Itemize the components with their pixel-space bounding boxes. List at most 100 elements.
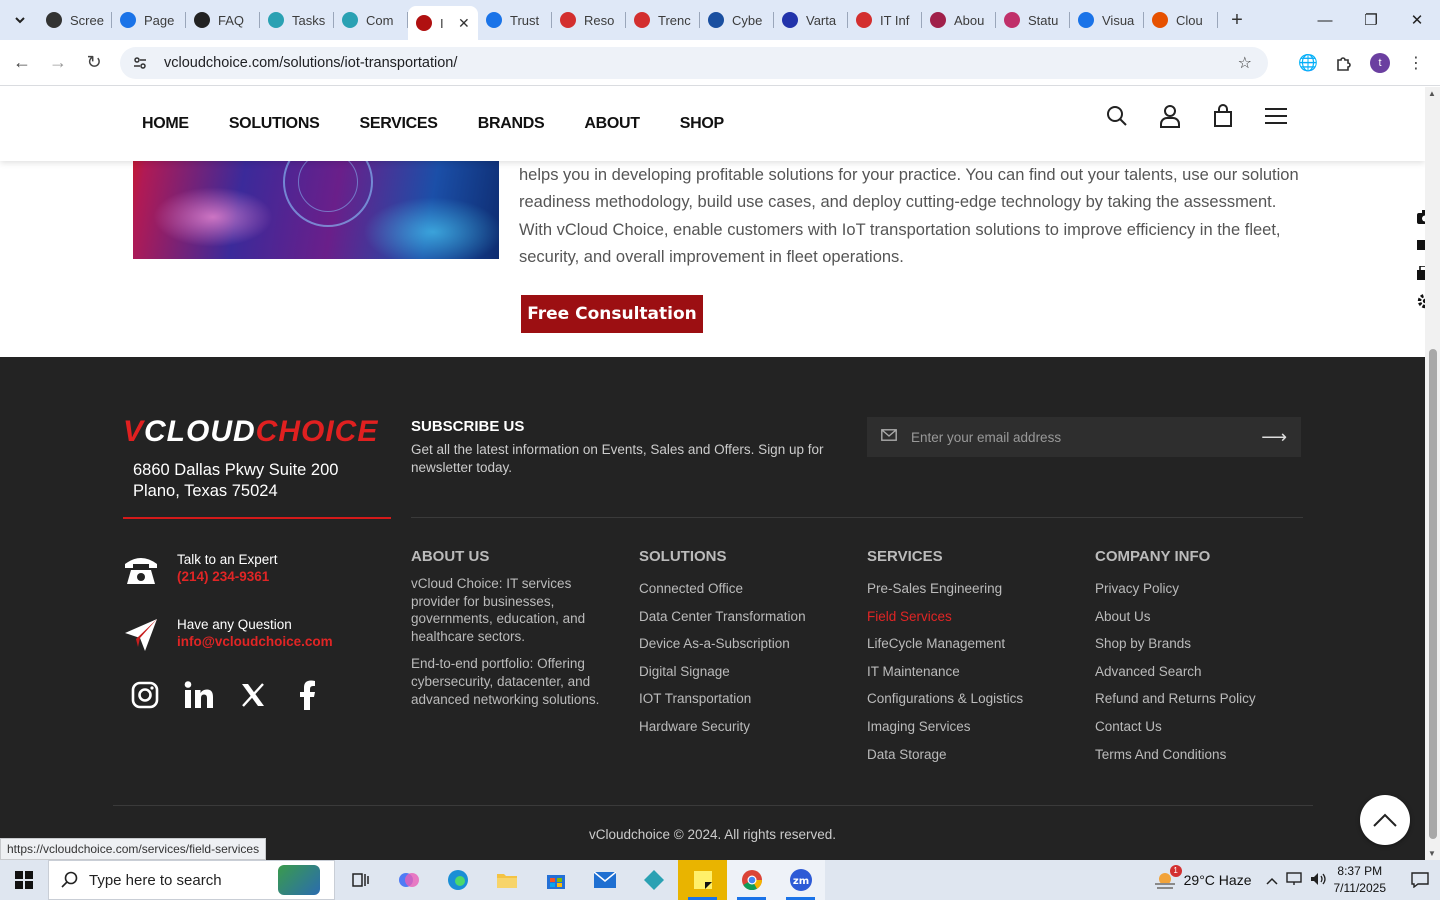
nav-item-home[interactable]: HOME (142, 115, 189, 133)
edge-icon[interactable] (433, 860, 482, 900)
url-text[interactable]: vcloudchoice.com/solutions/iot-transport… (164, 55, 457, 71)
notification-icon[interactable] (1400, 860, 1440, 900)
page-scrollbar[interactable]: ▲ ▼ (1425, 87, 1440, 860)
browser-tab[interactable]: Reso (552, 0, 626, 40)
url-omnibox[interactable]: vcloudchoice.com/solutions/iot-transport… (120, 47, 1268, 79)
chrome-icon[interactable] (727, 860, 776, 900)
footer-link[interactable]: Privacy Policy (1095, 575, 1256, 603)
footer-link[interactable]: Data Storage (867, 741, 1023, 769)
network-icon[interactable] (1285, 871, 1302, 889)
footer-link[interactable]: Shop by Brands (1095, 630, 1256, 658)
nav-item-solutions[interactable]: SOLUTIONS (229, 115, 320, 133)
footer-link[interactable]: Field Services (867, 603, 1023, 631)
sticky-notes-icon[interactable] (678, 860, 727, 900)
instagram-icon[interactable] (130, 680, 160, 710)
task-view-icon[interactable] (335, 860, 384, 900)
profile-avatar[interactable]: t (1370, 53, 1390, 73)
restore-icon[interactable]: ❐ (1348, 0, 1394, 40)
footer-link[interactable]: IT Maintenance (867, 658, 1023, 686)
scroll-to-top-button[interactable] (1360, 795, 1410, 845)
hamburger-menu-icon[interactable] (1263, 103, 1289, 129)
footer-link[interactable]: Device As-a-Subscription (639, 630, 806, 658)
footer-link[interactable]: Contact Us (1095, 713, 1256, 741)
facebook-icon[interactable] (292, 680, 322, 710)
browser-tab[interactable]: Com (334, 0, 408, 40)
browser-tab[interactable]: Page (112, 0, 186, 40)
browser-tab[interactable]: Abou (922, 0, 996, 40)
site-info-icon[interactable] (132, 55, 148, 71)
browser-tab[interactable]: Clou (1144, 0, 1218, 40)
footer-link[interactable]: Configurations & Logistics (867, 685, 1023, 713)
browser-tab[interactable]: Cybe (700, 0, 774, 40)
taskbar-clock[interactable]: 8:37 PM 7/11/2025 (1334, 863, 1387, 897)
footer-link[interactable]: Hardware Security (639, 713, 806, 741)
browser-tab[interactable]: Visua (1070, 0, 1144, 40)
footer-link[interactable]: Imaging Services (867, 713, 1023, 741)
app-diamond-icon[interactable] (629, 860, 678, 900)
browser-tab[interactable]: Trenc (626, 0, 700, 40)
contact-email-link[interactable]: info@vcloudchoice.com (177, 634, 333, 649)
reload-button[interactable]: ↻ (76, 45, 112, 81)
chevron-up-icon[interactable] (1265, 872, 1278, 888)
tab-search-button[interactable] (5, 5, 35, 35)
extensions-icon[interactable] (1326, 48, 1362, 78)
nav-item-shop[interactable]: SHOP (680, 115, 724, 133)
back-button[interactable]: ← (4, 45, 40, 81)
copilot-icon[interactable] (384, 860, 433, 900)
browser-tab[interactable]: I ✕ (408, 6, 478, 40)
footer-link[interactable]: Data Center Transformation (639, 603, 806, 631)
browser-tab[interactable]: Scree (38, 0, 112, 40)
footer-link[interactable]: IOT Transportation (639, 685, 806, 713)
footer-link[interactable]: Advanced Search (1095, 658, 1256, 686)
footer-link[interactable]: Refund and Returns Policy (1095, 685, 1256, 713)
newsletter-email-input[interactable] (911, 429, 1251, 445)
start-button[interactable] (0, 860, 48, 900)
forward-button[interactable]: → (40, 45, 76, 81)
footer-link[interactable]: Connected Office (639, 575, 806, 603)
x-twitter-icon[interactable] (238, 680, 268, 710)
zoom-icon[interactable]: zm (776, 860, 825, 900)
browser-tab[interactable]: IT Inf (848, 0, 922, 40)
browser-tab[interactable]: Tasks (260, 0, 334, 40)
free-consultation-button[interactable]: Free Consultation (521, 295, 703, 333)
close-window-icon[interactable]: ✕ (1394, 0, 1440, 40)
volume-icon[interactable] (1310, 872, 1326, 889)
file-explorer-icon[interactable] (482, 860, 531, 900)
gear-icon[interactable] (1415, 291, 1425, 311)
search-icon[interactable] (1104, 103, 1130, 129)
scroll-down-arrow[interactable]: ▼ (1428, 849, 1436, 858)
weather-widget[interactable]: 1 29°C Haze (1154, 865, 1252, 890)
cart-icon[interactable] (1210, 103, 1236, 129)
footer-link[interactable]: About Us (1095, 603, 1256, 631)
account-icon[interactable] (1157, 103, 1183, 129)
nav-item-services[interactable]: SERVICES (359, 115, 438, 133)
expert-phone-link[interactable]: (214) 234-9361 (177, 569, 278, 584)
translate-icon[interactable]: 🌐 (1290, 48, 1326, 78)
arrow-right-icon[interactable]: ⟶ (1261, 427, 1287, 448)
taskbar-search[interactable]: Type here to search (48, 860, 335, 900)
nav-item-brands[interactable]: BRANDS (478, 115, 545, 133)
camera-icon[interactable] (1415, 207, 1425, 227)
browser-tab[interactable]: Statu (996, 0, 1070, 40)
close-tab-icon[interactable]: ✕ (458, 15, 470, 32)
scrollbar-thumb[interactable] (1429, 349, 1437, 839)
footer-link[interactable]: Digital Signage (639, 658, 806, 686)
mail-icon[interactable] (580, 860, 629, 900)
vcloudchoice-logo[interactable]: VCLOUDCHOICE (123, 415, 378, 449)
linkedin-icon[interactable] (184, 680, 214, 710)
bookmark-star-icon[interactable]: ☆ (1238, 53, 1252, 73)
browser-tab[interactable]: Trust (478, 0, 552, 40)
microsoft-store-icon[interactable] (531, 860, 580, 900)
scroll-up-arrow[interactable]: ▲ (1428, 89, 1436, 98)
new-tab-button[interactable]: + (1222, 5, 1252, 35)
footer-link[interactable]: LifeCycle Management (867, 630, 1023, 658)
window-capture-icon[interactable] (1415, 263, 1425, 283)
footer-link[interactable]: Terms And Conditions (1095, 741, 1256, 769)
nav-item-about[interactable]: ABOUT (584, 115, 640, 133)
browser-menu-icon[interactable]: ⋮ (1398, 48, 1434, 78)
minimize-icon[interactable]: — (1302, 0, 1348, 40)
browser-tab[interactable]: FAQ (186, 0, 260, 40)
footer-link[interactable]: Pre-Sales Engineering (867, 575, 1023, 603)
browser-tab[interactable]: Varta (774, 0, 848, 40)
video-icon[interactable] (1415, 235, 1425, 255)
